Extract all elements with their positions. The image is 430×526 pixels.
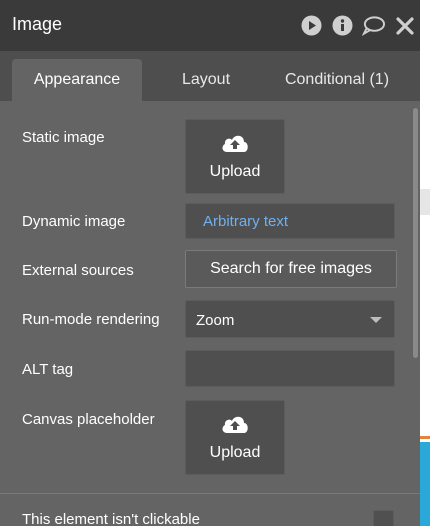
close-icon[interactable]: [393, 14, 416, 37]
canvas-element: [420, 442, 430, 526]
comment-icon[interactable]: [362, 14, 385, 37]
search-free-images-button[interactable]: Search for free images: [185, 250, 397, 288]
dynamic-image-value: Arbitrary text: [203, 213, 289, 230]
static-image-upload-button[interactable]: Upload: [185, 119, 285, 194]
cloud-upload-icon: [220, 413, 250, 440]
not-clickable-label: This element isn't clickable: [22, 511, 200, 526]
title-bar-icons: [300, 14, 416, 37]
tab-layout[interactable]: Layout: [156, 59, 256, 101]
upload-label: Upload: [209, 444, 261, 461]
dynamic-image-input[interactable]: Arbitrary text: [185, 203, 395, 239]
play-icon[interactable]: [300, 14, 323, 37]
alt-tag-label: ALT tag: [22, 361, 74, 378]
static-image-label: Static image: [22, 129, 105, 146]
external-sources-label: External sources: [22, 262, 134, 279]
info-icon[interactable]: [331, 14, 354, 37]
editor-title: Image: [12, 14, 63, 34]
title-bar: Image: [0, 0, 420, 51]
property-editor: Image Appearance Layout Conditional (1) …: [0, 0, 420, 526]
alt-tag-input[interactable]: [185, 350, 395, 387]
section-divider: [0, 493, 420, 494]
canvas-placeholder-label: Canvas placeholder: [22, 411, 155, 428]
tab-conditional[interactable]: Conditional (1): [266, 59, 408, 101]
chevron-down-icon: [370, 317, 382, 323]
upload-label: Upload: [209, 163, 261, 180]
scrollbar[interactable]: [413, 108, 418, 358]
canvas-placeholder-upload-button[interactable]: Upload: [185, 400, 285, 475]
dynamic-image-label: Dynamic image: [22, 213, 126, 230]
not-clickable-checkbox[interactable]: [373, 510, 394, 526]
tab-bar: Appearance Layout Conditional (1): [0, 51, 420, 101]
run-mode-rendering-label: Run-mode rendering: [22, 311, 160, 328]
canvas-element-edge: [420, 436, 430, 439]
cloud-upload-icon: [220, 132, 250, 159]
run-mode-rendering-select[interactable]: Zoom: [185, 300, 395, 338]
tab-appearance[interactable]: Appearance: [12, 59, 142, 101]
run-mode-rendering-value: Zoom: [196, 312, 235, 329]
